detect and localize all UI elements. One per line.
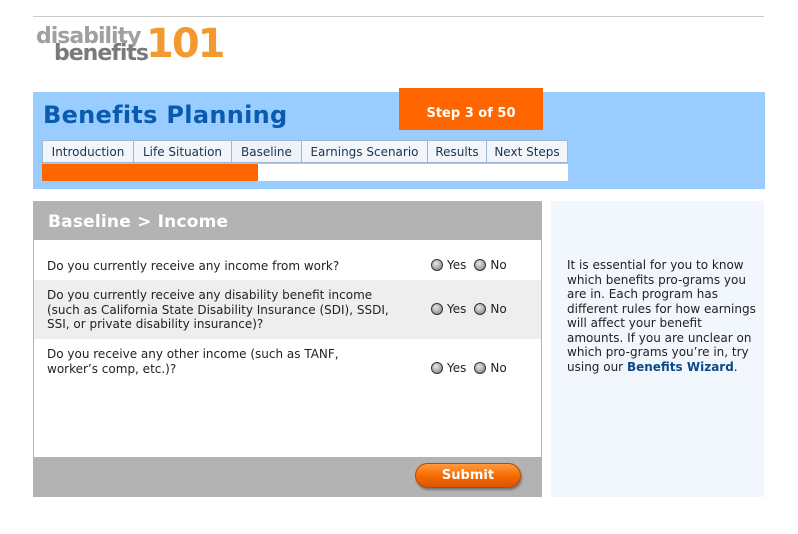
- question-text: Do you currently receive any disability …: [47, 288, 389, 331]
- benefits-wizard-link[interactable]: Benefits Wizard: [627, 360, 734, 374]
- question-row-other-income: Do you receive any other income (such as…: [34, 339, 541, 385]
- page-header: Benefits Planning Step 3 of 50 Introduct…: [33, 88, 765, 189]
- step-indicator: Step 3 of 50: [399, 88, 543, 130]
- answer-options: Yes No: [431, 302, 515, 316]
- answer-options: Yes No: [431, 258, 515, 272]
- yes-radio[interactable]: [431, 362, 443, 374]
- no-radio[interactable]: [474, 303, 487, 315]
- yes-radio[interactable]: [431, 259, 443, 271]
- panel-footer: Submit: [34, 457, 541, 496]
- section-tabs: Introduction Life Situation Baseline Ear…: [42, 140, 568, 163]
- submit-button-label: Submit: [441, 468, 495, 483]
- tab-baseline[interactable]: Baseline: [231, 140, 301, 163]
- tab-earnings-scenario[interactable]: Earnings Scenario: [301, 140, 427, 163]
- help-text: It is essential for you to know which be…: [567, 258, 757, 374]
- progress-bar: [42, 164, 568, 181]
- no-label: No: [490, 361, 507, 375]
- top-divider: [33, 16, 764, 17]
- question-row-work-income: Do you currently receive any income from…: [34, 240, 541, 280]
- disability-benefits-101-logo[interactable]: disability benefits 101: [36, 22, 225, 68]
- tab-life-situation[interactable]: Life Situation: [133, 140, 231, 163]
- logo-word-benefits: benefits: [54, 41, 149, 66]
- tab-next-steps[interactable]: Next Steps: [486, 140, 568, 163]
- page-title: Benefits Planning: [43, 101, 288, 129]
- help-text-body: It is essential for you to know which be…: [567, 258, 756, 374]
- yes-label: Yes: [447, 302, 467, 316]
- step-indicator-text: Step 3 of 50: [426, 105, 516, 121]
- help-sidebar: It is essential for you to know which be…: [551, 201, 764, 497]
- question-row-disability-income: Do you currently receive any disability …: [34, 280, 541, 339]
- logo-number: 101: [146, 21, 225, 67]
- income-question-panel: Baseline > Income Do you currently recei…: [33, 201, 542, 497]
- question-text: Do you receive any other income (such as…: [47, 347, 339, 376]
- yes-label: Yes: [447, 258, 467, 272]
- progress-bar-fill: [42, 164, 258, 181]
- no-radio[interactable]: [474, 362, 487, 374]
- question-text: Do you currently receive any income from…: [47, 259, 340, 273]
- panel-header: Baseline > Income: [34, 202, 541, 240]
- submit-button[interactable]: Submit: [415, 463, 521, 488]
- answer-options: Yes No: [431, 361, 515, 375]
- yes-radio[interactable]: [431, 303, 443, 315]
- help-text-period: .: [733, 359, 738, 374]
- panel-title: Baseline > Income: [48, 212, 229, 232]
- no-label: No: [490, 302, 507, 316]
- tab-introduction[interactable]: Introduction: [42, 140, 133, 163]
- no-label: No: [490, 258, 507, 272]
- tab-results[interactable]: Results: [427, 140, 486, 163]
- no-radio[interactable]: [474, 259, 487, 271]
- yes-label: Yes: [447, 361, 467, 375]
